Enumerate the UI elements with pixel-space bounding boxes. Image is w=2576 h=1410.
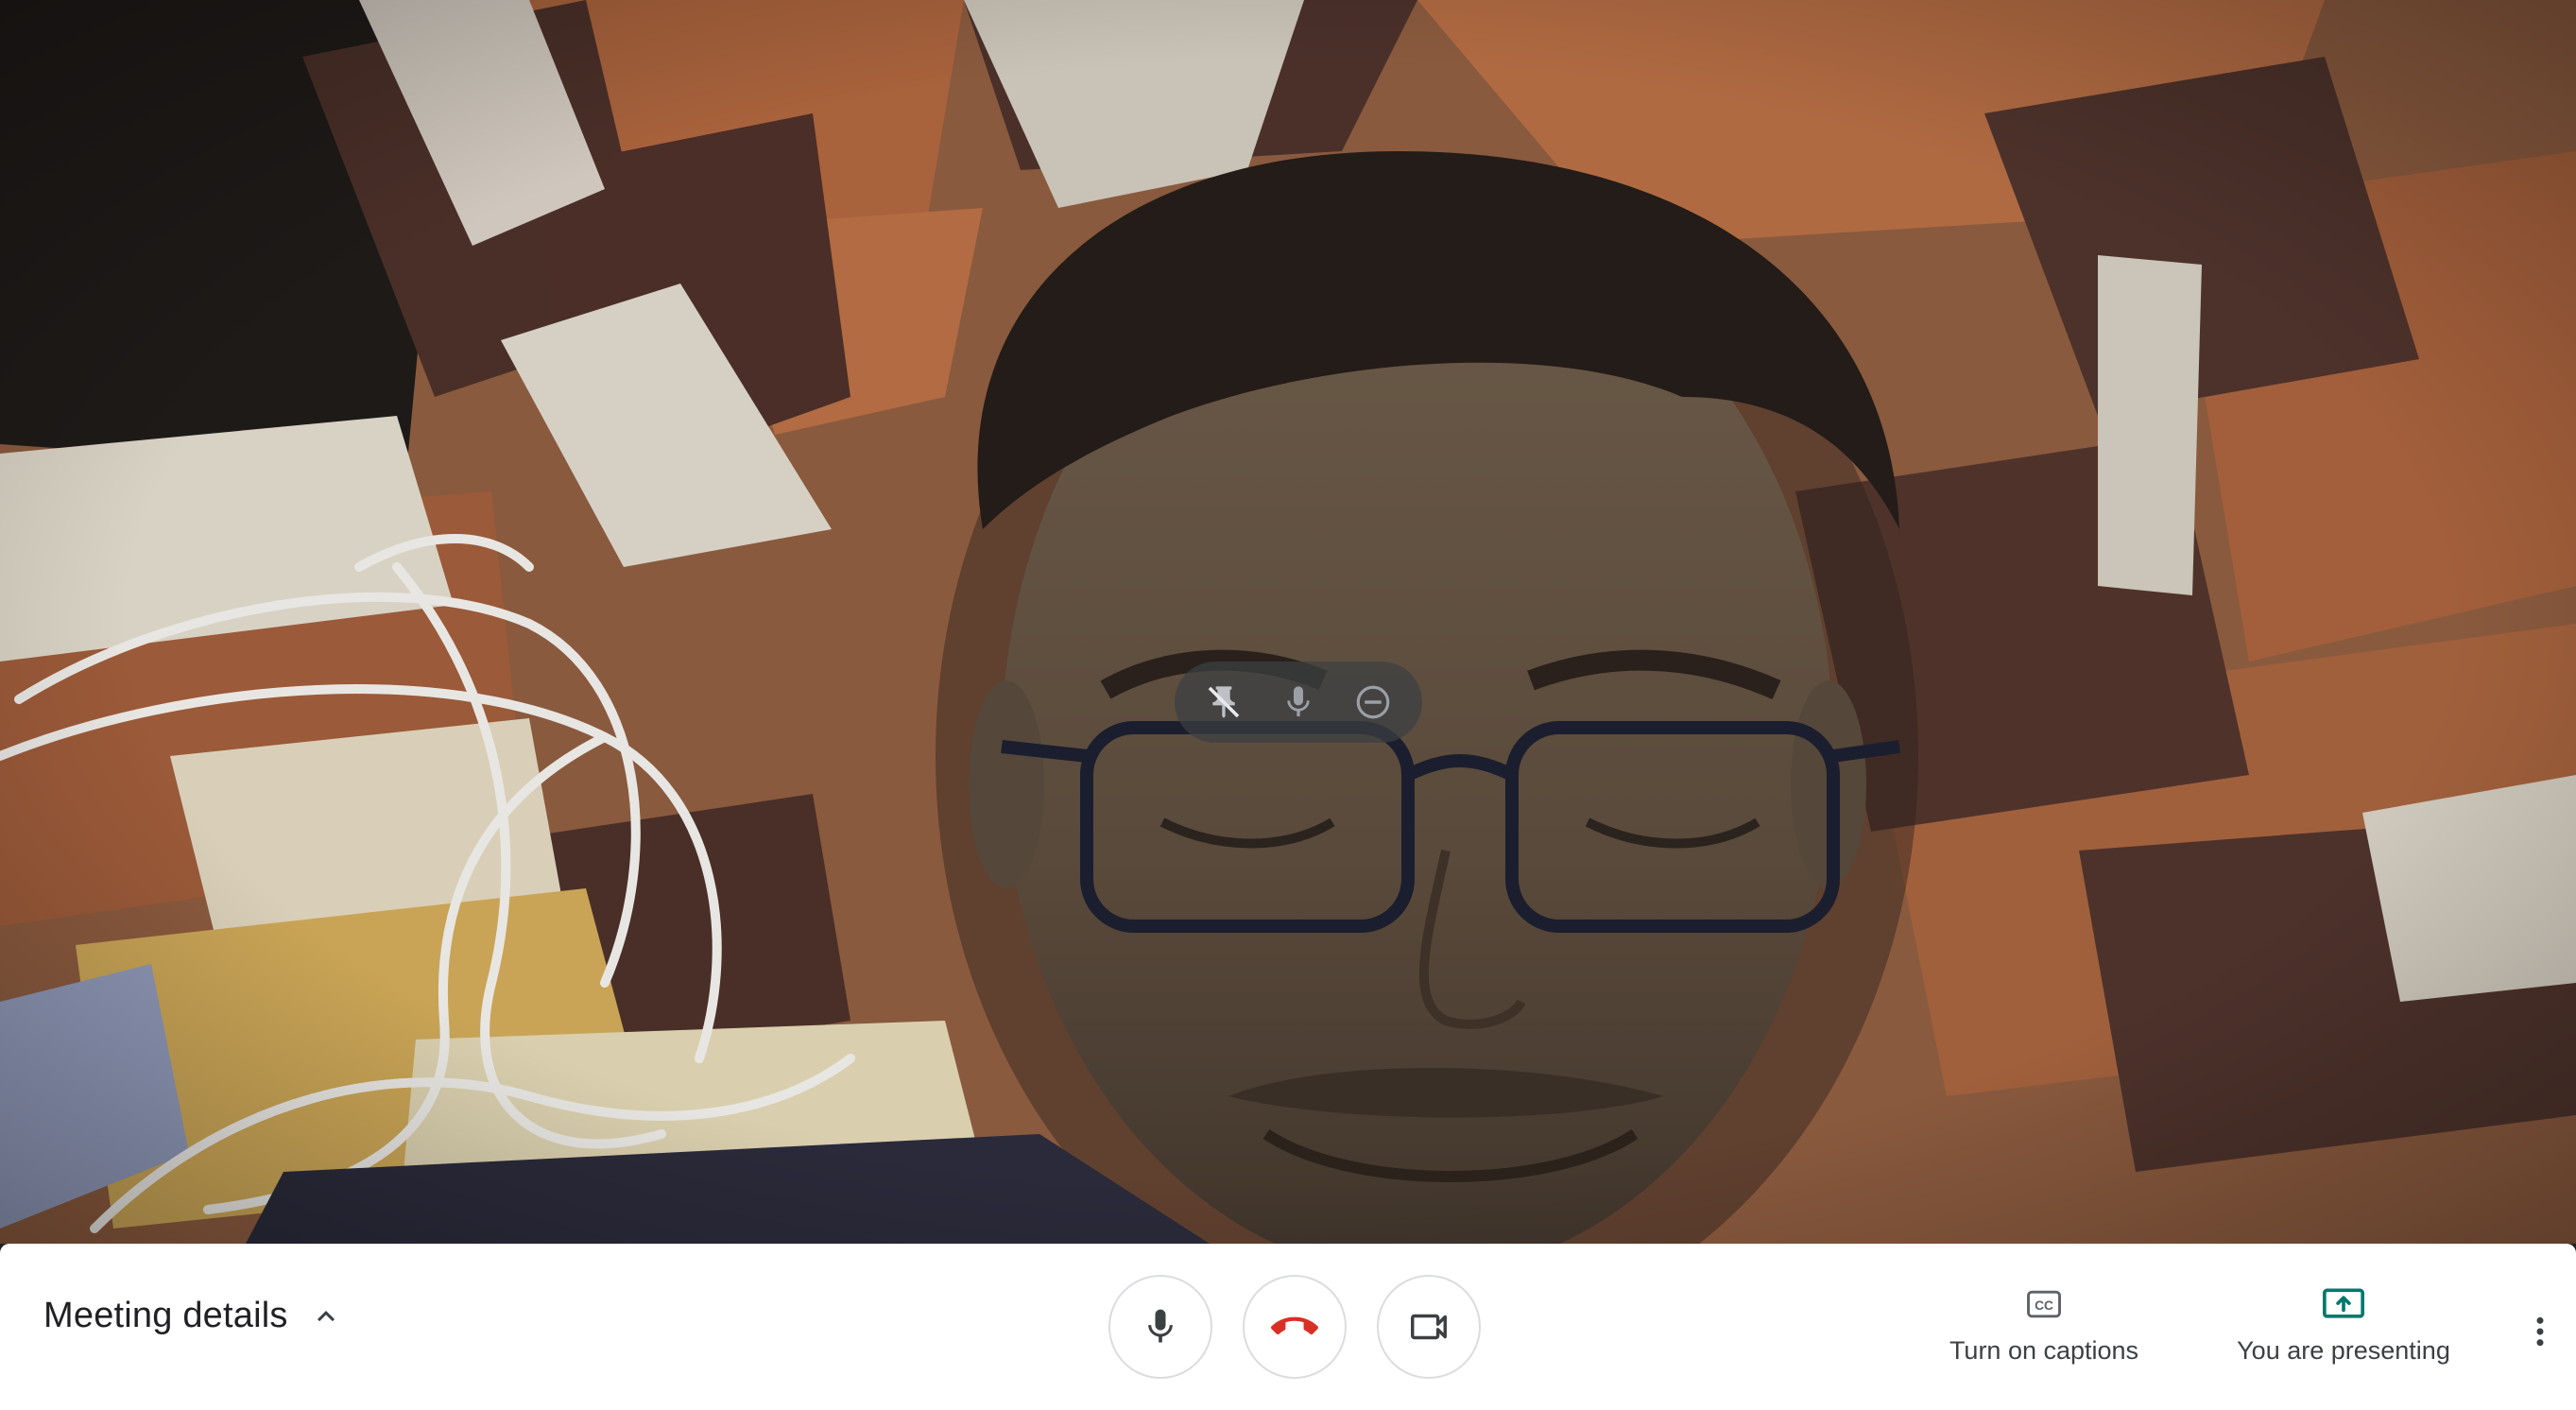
meeting-control-bar: Meeting details CC Turn on captions You … [0, 1244, 2576, 1410]
microphone-icon [1148, 1309, 1173, 1343]
captions-label: Turn on captions [1949, 1336, 2139, 1365]
toggle-microphone-button[interactable] [1108, 1275, 1212, 1379]
meeting-details-label: Meeting details [43, 1296, 288, 1335]
tile-hover-controls [1175, 662, 1422, 743]
pin-off-icon[interactable] [1194, 673, 1253, 731]
chevron-up-icon [317, 1310, 335, 1321]
you-are-presenting-button[interactable]: You are presenting [2230, 1283, 2457, 1366]
more-vertical-icon [2536, 1316, 2544, 1347]
call-controls [1108, 1275, 1481, 1379]
present-screen-icon [2323, 1288, 2364, 1318]
hang-up-icon [1271, 1316, 1318, 1335]
toggle-camera-button[interactable] [1377, 1275, 1481, 1379]
participant-video-feed [0, 0, 2576, 1244]
meeting-details-button[interactable]: Meeting details [43, 1296, 343, 1336]
svg-text:CC: CC [2035, 1298, 2053, 1313]
microphone-icon[interactable] [1269, 673, 1328, 731]
meet-window: Meeting details CC Turn on captions You … [0, 0, 2576, 1410]
participant-video-tile[interactable] [0, 0, 2576, 1244]
more-options-button[interactable] [2514, 1289, 2567, 1374]
remove-circle-icon[interactable] [1344, 673, 1402, 731]
leave-call-button[interactable] [1243, 1275, 1347, 1379]
turn-on-captions-button[interactable]: CC Turn on captions [1937, 1283, 2151, 1366]
presenting-label: You are presenting [2237, 1336, 2450, 1365]
closed-captions-icon: CC [2027, 1290, 2061, 1318]
video-camera-icon [1411, 1314, 1447, 1340]
